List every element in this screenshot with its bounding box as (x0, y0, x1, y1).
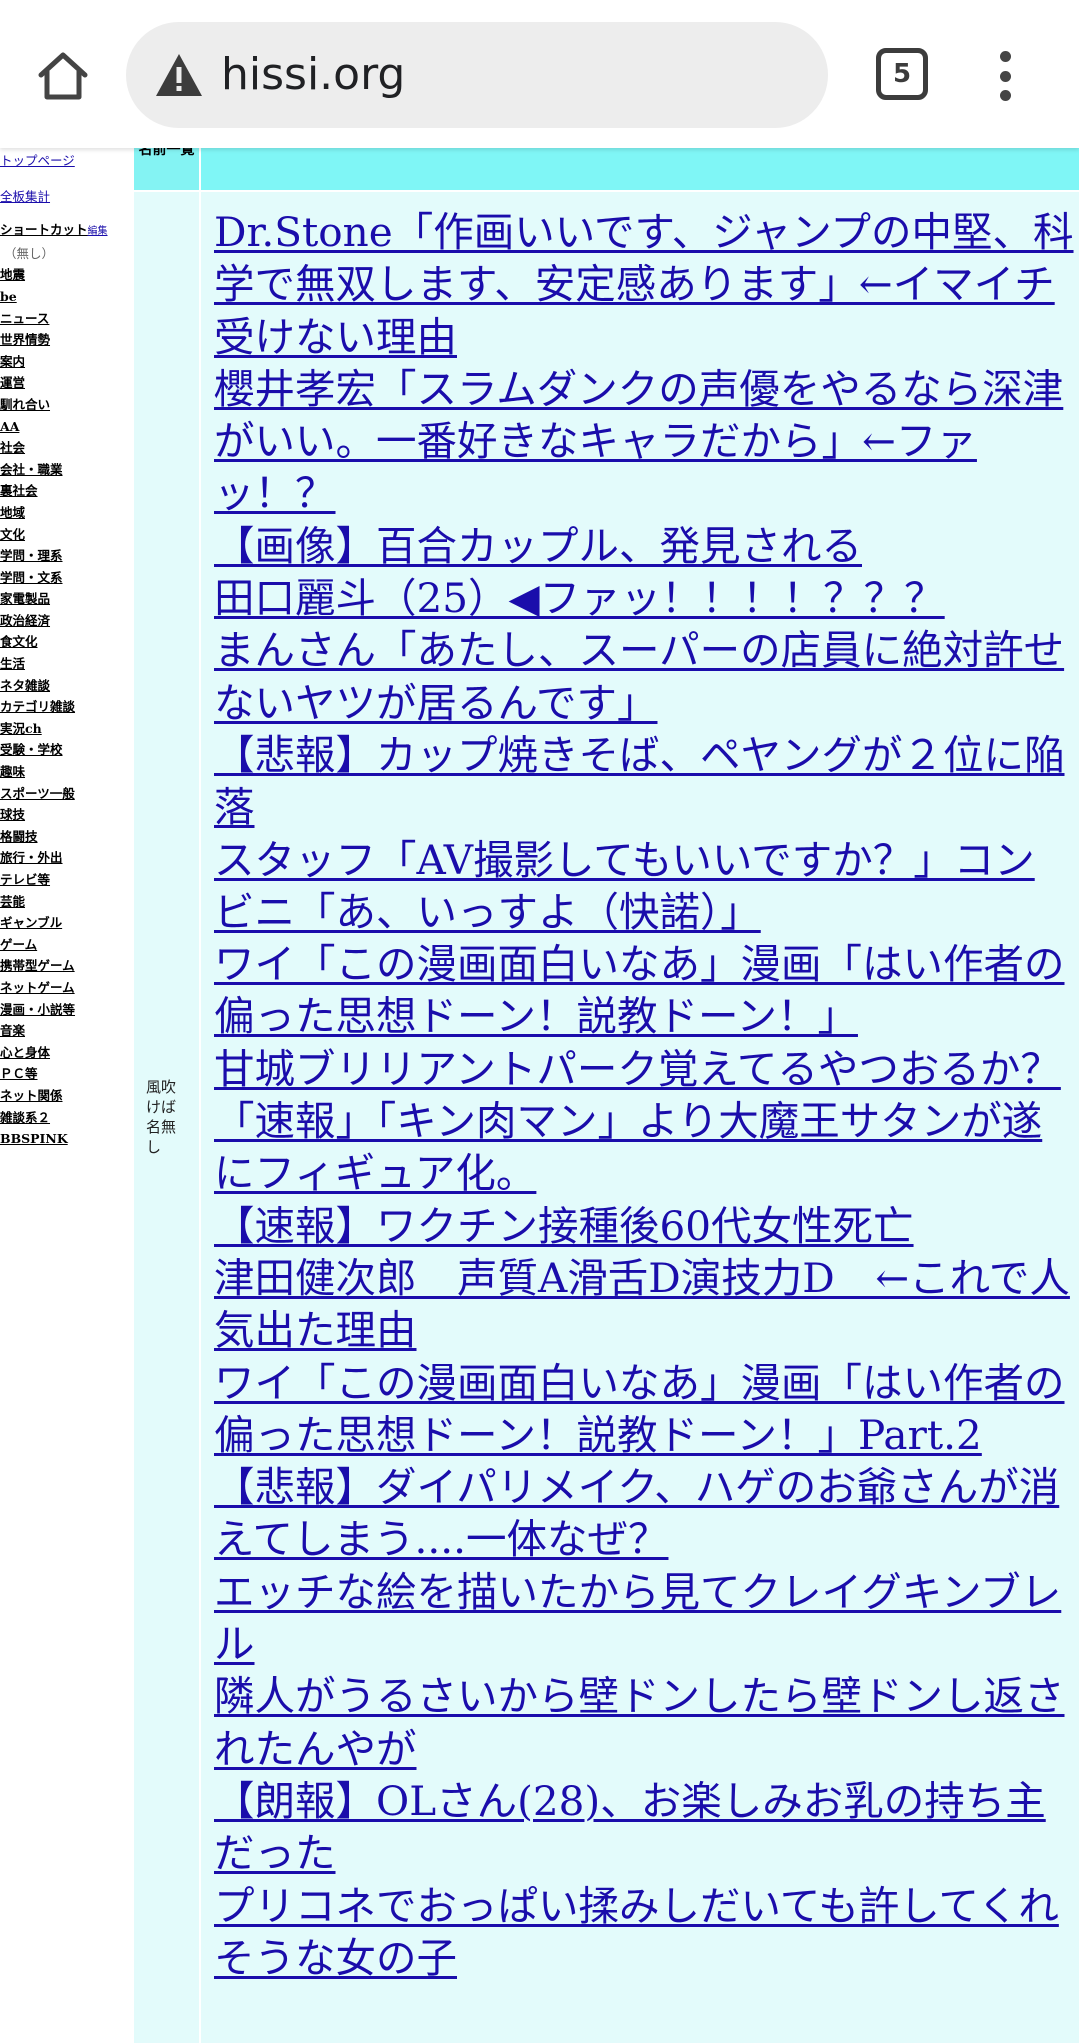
sidebar-category-link[interactable]: 携帯型ゲーム (0, 955, 134, 977)
sidebar-category-link[interactable]: 運営 (0, 372, 134, 394)
thread-link[interactable]: 田口麗斗（25）◀ファッ！！！！？？？ (214, 572, 1074, 624)
sidebar-category-link[interactable]: ニュース (0, 308, 134, 330)
sidebar-category-link[interactable]: 案内 (0, 351, 134, 373)
url-text[interactable]: hissi.org (221, 48, 405, 102)
thread-link[interactable]: ワイ「この漫画面白いなあ」漫画「はい作者の偏った思想ドーン！説教ドーン！」Par… (214, 1357, 1074, 1462)
sidebar-category-link[interactable]: ギャンブル (0, 912, 134, 934)
sidebar-category-link[interactable]: 芸能 (0, 891, 134, 913)
thread-link[interactable]: ワイ「この漫画面白いなあ」漫画「はい作者の偏った思想ドーン！説教ドーン！」 (214, 938, 1074, 1043)
sidebar-category-link[interactable]: BBSPINK (0, 1128, 134, 1150)
sidebar-category-link[interactable]: 食文化 (0, 631, 134, 653)
sidebar-top-page-link[interactable]: トップページ (0, 148, 134, 172)
sidebar-category-link[interactable]: 学問・文系 (0, 567, 134, 589)
browser-toolbar: hissi.org 5 (0, 0, 1079, 148)
sidebar-category-link[interactable]: スポーツ一般 (0, 783, 134, 805)
sidebar-category-link[interactable]: ゲーム (0, 934, 134, 956)
sidebar-category-link[interactable]: ネットゲーム (0, 977, 134, 999)
sidebar-category-link[interactable]: 地域 (0, 502, 134, 524)
sidebar-category-link[interactable]: 家電製品 (0, 588, 134, 610)
table-row: 風吹けば名無し Dr.Stone「作画いいです、ジャンプの中堅、科学で無双します… (134, 192, 1079, 2043)
thread-link[interactable]: 【朗報】OLさん(28)、お楽しみお乳の持ち主だった (214, 1775, 1074, 1880)
sidebar-category-link[interactable]: 馴れ合い (0, 394, 134, 416)
thread-link[interactable]: 甘城ブリリアントパーク覚えてるやつおるか？ (214, 1043, 1074, 1095)
thread-link[interactable]: 【悲報】カップ焼きそば、ペヤングが２位に陥落 (214, 729, 1074, 834)
sidebar-category-link[interactable]: ネット関係 (0, 1085, 134, 1107)
sidebar-category-link[interactable]: be (0, 286, 134, 308)
thread-link[interactable]: プリコネでおっぱい揉みしだいても許してくれそうな女の子 (214, 1880, 1074, 1985)
sidebar-category-link[interactable]: 政治経済 (0, 610, 134, 632)
sidebar-shortcut-empty: （無し） (4, 245, 55, 261)
sidebar-category-link[interactable]: 格闘技 (0, 826, 134, 848)
thread-link[interactable]: 櫻井孝宏「スラムダンクの声優をやるなら深津がいい。一番好きなキャラだから」←ファ… (214, 363, 1074, 520)
thread-link[interactable]: 【画像】百合カップル、発見される (214, 520, 1074, 572)
sidebar-category-link[interactable]: 漫画・小説等 (0, 999, 134, 1021)
sidebar-category-link[interactable]: 社会 (0, 437, 134, 459)
sidebar-category-link[interactable]: 受験・学校 (0, 739, 134, 761)
sidebar-shortcut-label: ショートカット (0, 222, 88, 238)
sidebar-category-link[interactable]: 学問・理系 (0, 545, 134, 567)
sidebar-category-link[interactable]: 裏社会 (0, 480, 134, 502)
thread-list: Dr.Stone「作画いいです、ジャンプの中堅、科学で無双します、安定感あります… (214, 206, 1074, 1984)
sidebar-category-link[interactable]: カテゴリ雑談 (0, 696, 134, 718)
address-bar[interactable]: hissi.org (126, 22, 828, 128)
thread-link[interactable]: 「速報」「キン肉マン」より大魔王サタンが遂にフィギュア化。 (214, 1095, 1074, 1200)
not-secure-warning-icon[interactable] (154, 52, 204, 98)
sidebar-category-link[interactable]: 会社・職業 (0, 459, 134, 481)
sidebar-category-link[interactable]: ネタ雑談 (0, 675, 134, 697)
thread-table: 名前一覧 風吹けば名無し Dr.Stone「作画いいです、ジャンプの中堅、科学で… (134, 148, 1079, 2043)
sidebar-category-link[interactable]: 地震 (0, 264, 134, 286)
header-name-list-label: 名前一覧 (138, 148, 195, 158)
sidebar-category-link[interactable]: ＰＣ等 (0, 1063, 134, 1085)
sidebar-shortcut-edit-link[interactable]: 編集 (88, 226, 108, 237)
sidebar-category-link[interactable]: 旅行・外出 (0, 847, 134, 869)
sidebar-all-boards-stats-link[interactable]: 全板集計 (0, 184, 134, 208)
thread-link[interactable]: 隣人がうるさいから壁ドンしたら壁ドンし返されたんやが (214, 1670, 1074, 1775)
sidebar-category-link[interactable]: 趣味 (0, 761, 134, 783)
sidebar-category-link[interactable]: 世界情勢 (0, 329, 134, 351)
sidebar-category-link[interactable]: 心と身体 (0, 1042, 134, 1064)
table-header-row: 名前一覧 (134, 148, 1079, 190)
sidebar-category-link[interactable]: 実況ch (0, 718, 134, 740)
thread-link[interactable]: 【悲報】ダイパリメイク、ハゲのお爺さんが消えてしまう....一体なぜ？ (214, 1461, 1074, 1566)
thread-link[interactable]: 【速報】ワクチン接種後60代女性死亡 (214, 1200, 1074, 1252)
sidebar: トップページ 全板集計 ショートカット編集 （無し） 地震 be ニュース 世界情勢案… (0, 148, 134, 2043)
thread-link[interactable]: スタッフ「AV撮影してもいいですか？」コンビニ「あ、いっすよ（快諾）」 (214, 834, 1074, 939)
poster-name: 風吹けば名無し (146, 1078, 177, 1156)
tab-switcher-button[interactable]: 5 (876, 48, 928, 100)
sidebar-shortcut-row: ショートカット編集 (0, 219, 134, 243)
sidebar-category-list: 地震 be ニュース 世界情勢 案内 運営 馴れ合い AA 社会 会社・職業 裏社会 地域 文化 学問・理… (0, 264, 134, 1149)
overflow-menu-icon[interactable] (985, 48, 1025, 104)
sidebar-category-link[interactable]: 生活 (0, 653, 134, 675)
thread-link[interactable]: Dr.Stone「作画いいです、ジャンプの中堅、科学で無双します、安定感あります… (214, 206, 1074, 363)
sidebar-category-link[interactable]: AA (0, 416, 134, 438)
thread-link[interactable]: まんさん「あたし、スーパーの店員に絶対許せないヤツが居るんです」 (214, 624, 1074, 729)
sidebar-category-link[interactable]: 球技 (0, 804, 134, 826)
name-cell: 風吹けば名無し (134, 192, 201, 2043)
header-name-list: 名前一覧 (134, 148, 201, 190)
thread-link[interactable]: 津田健次郎 声質A滑舌D演技力D ←これで人気出た理由 (214, 1252, 1074, 1357)
sidebar-category-link[interactable]: 雑談系２ (0, 1107, 134, 1129)
sidebar-category-link[interactable]: 音楽 (0, 1020, 134, 1042)
home-icon[interactable] (28, 40, 98, 110)
sidebar-category-link[interactable]: テレビ等 (0, 869, 134, 891)
sidebar-category-link[interactable]: 文化 (0, 524, 134, 546)
thread-link[interactable]: エッチな絵を描いたから見てクレイグキンブレル (214, 1566, 1074, 1671)
